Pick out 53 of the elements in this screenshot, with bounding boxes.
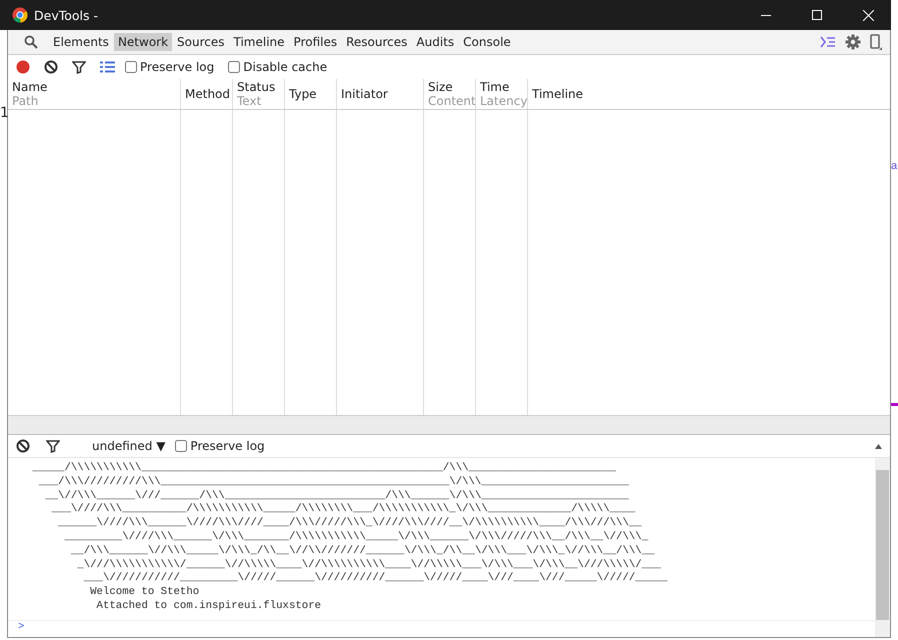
clear-icon[interactable] xyxy=(16,439,30,453)
panel-tab[interactable]: Profiles xyxy=(290,33,342,51)
panel-tab[interactable]: Timeline xyxy=(230,33,289,51)
console-line: ___\////\\\__________/\\\\\\\\\\\_____/\\\\\\\\___/\\\\\\\\\\\_\/\\\_____________/\\\\\____ xyxy=(52,503,636,516)
record-icon[interactable] xyxy=(16,60,30,74)
close-icon[interactable] xyxy=(863,10,874,20)
panel-tab[interactable]: Sources xyxy=(173,33,229,51)
panel-tab[interactable]: Elements xyxy=(49,33,113,51)
console-line: __/\\\______\//\\\_____\/\\\_/\\__\//\\///////______\/\\\_/\\__\/\\\___\/\\\_\//\\\__/\\\__ xyxy=(70,544,655,557)
clear-icon[interactable] xyxy=(44,60,58,74)
settings-icon[interactable] xyxy=(845,34,861,50)
panel-tab[interactable]: Audits xyxy=(412,33,458,51)
background-text: a xyxy=(891,160,898,172)
column-header[interactable]: Time Latency xyxy=(476,79,528,109)
console-drawer-icon[interactable] xyxy=(820,36,836,48)
column-header[interactable]: Name Path xyxy=(8,79,181,109)
console-line: _\///\\\\\\\\\\\/______\//\\\\\____\//\\\\\\\\\\____\//\\\\\___\/\\\___\/\\\__\///\\\\\/___ xyxy=(77,558,661,571)
checkbox[interactable] xyxy=(175,440,188,452)
column-header[interactable]: Timeline xyxy=(528,79,890,109)
prompt-caret[interactable]: > xyxy=(18,620,24,633)
column-header[interactable]: Initiator xyxy=(337,79,424,109)
console-line: _____/\\\\\\\\\\\_______________________________________________/\\\_______________________ xyxy=(32,462,616,474)
console-line: __\//\\\______\///______/\\\_________________________/\\\______\/\\\_______________________ xyxy=(45,490,629,502)
scroll-up-icon[interactable] xyxy=(875,444,882,448)
panel-tab[interactable]: Resources xyxy=(342,33,412,51)
panel-tab[interactable]: Network xyxy=(114,33,172,51)
column-header[interactable]: Type xyxy=(285,79,337,109)
filter-icon[interactable] xyxy=(72,60,86,74)
checkbox-label: Preserve log xyxy=(190,439,265,453)
background-text: 1 xyxy=(0,105,9,121)
app-icon xyxy=(12,7,28,23)
checkbox-label: Disable cache xyxy=(243,60,328,74)
checkbox[interactable] xyxy=(125,61,137,73)
checkbox[interactable] xyxy=(228,61,240,73)
scrollbar-thumb[interactable] xyxy=(876,470,889,620)
console-line: _________\////\\\______\/\\\_______/\\\\\\\\\\\_____\/\\\______\/\\\/////\\\__/\\\__\//\\\_ xyxy=(64,530,648,543)
console-line: ___\///////////_________\/////______\//////////______\/////____\///____\///_____\/////_____ xyxy=(84,572,668,584)
window-title: DevTools - xyxy=(34,8,98,22)
column-header[interactable]: Method xyxy=(181,79,233,109)
column-header[interactable]: Status Text xyxy=(233,79,285,109)
maximize-icon[interactable] xyxy=(812,10,822,20)
filter-icon[interactable] xyxy=(46,439,60,453)
context-dropdown[interactable]: undefined ▼ xyxy=(92,439,166,453)
checkbox-label: Preserve log xyxy=(140,60,214,74)
console-line: Welcome to Stetho xyxy=(90,586,200,598)
list-view-icon[interactable] xyxy=(100,61,115,73)
console-line: ______\////\\\______\////\\\////____/\\\/////\\\_\////\\\////__\/\\\\\\\\\\____/\\\///\\\__ xyxy=(58,517,642,530)
console-line: Attached to com.inspireui.fluxstore xyxy=(96,600,322,612)
device-icon[interactable] xyxy=(870,34,882,50)
console-line: ___/\\\/////////\\\_____________________________________________\/\\\_______________________ xyxy=(38,476,629,488)
search-icon[interactable] xyxy=(24,35,38,49)
column-header[interactable]: Size Content xyxy=(424,79,476,109)
panel-tab[interactable]: Console xyxy=(459,33,515,51)
